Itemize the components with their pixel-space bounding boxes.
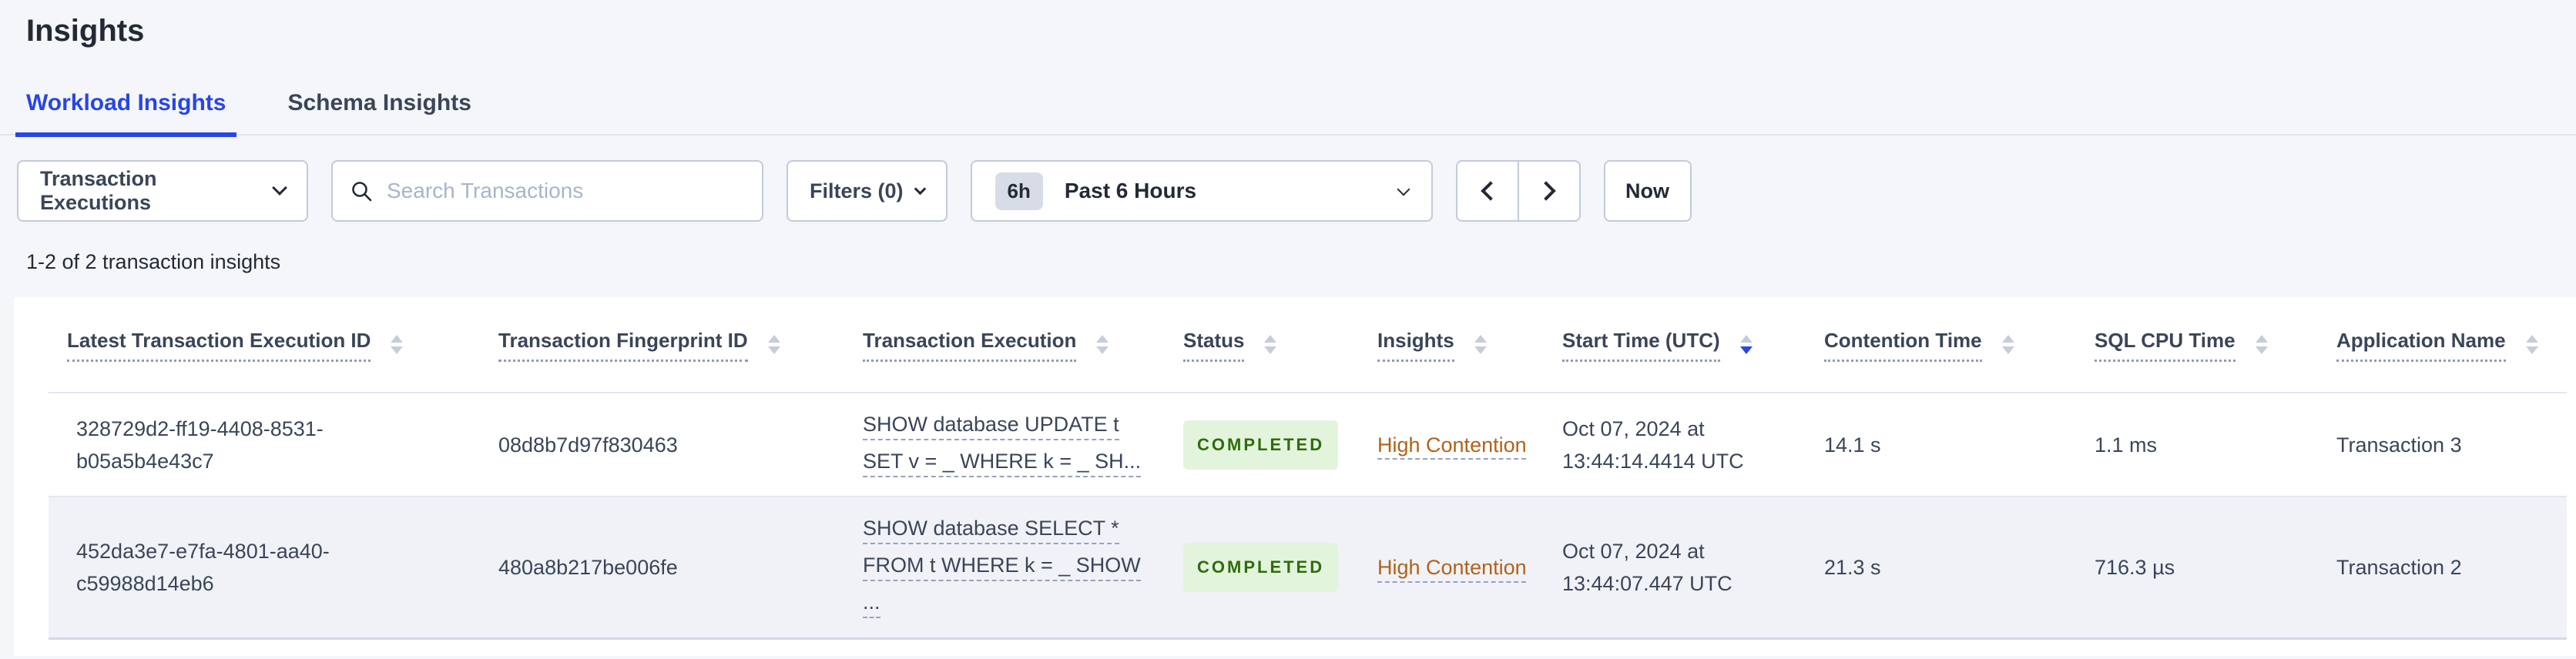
now-button[interactable]: Now bbox=[1603, 160, 1692, 222]
column-header-sql-cpu-time[interactable]: SQL CPU Time bbox=[2076, 328, 2318, 362]
sort-icon bbox=[2525, 335, 2538, 354]
column-header-insights[interactable]: Insights bbox=[1359, 328, 1544, 362]
insights-tab-bar: Workload Insights Schema Insights bbox=[0, 89, 2576, 137]
start-time-cell: Oct 07, 2024 at 13:44:07.447 UTC bbox=[1562, 540, 1732, 595]
transaction-execution-link[interactable]: FROM t WHERE k = _ SHOW bbox=[863, 554, 1141, 581]
column-header-contention-time[interactable]: Contention Time bbox=[1806, 328, 2076, 362]
chevron-down-icon bbox=[272, 180, 287, 196]
fingerprint-id-cell: 08d8b7d97f830463 bbox=[498, 433, 678, 457]
sort-icon bbox=[2001, 335, 2014, 354]
search-box bbox=[331, 160, 763, 222]
execution-id-cell: 328729d2-ff19-4408-8531-b05a5b4e43c7 bbox=[76, 416, 324, 473]
status-cell: COMPLETED bbox=[1165, 529, 1359, 606]
sort-icon bbox=[391, 335, 404, 354]
contention-time-cell: 21.3 s bbox=[1824, 556, 1881, 579]
high-contention-link[interactable]: High Contention bbox=[1377, 433, 1527, 457]
filters-label: Filters (0) bbox=[810, 179, 904, 202]
tab-workload-insights[interactable]: Workload Insights bbox=[15, 89, 237, 137]
search-icon bbox=[352, 182, 372, 202]
fingerprint-id-cell: 480a8b217be006fe bbox=[498, 556, 678, 579]
insights-cell: High Contention bbox=[1359, 413, 1544, 477]
transaction-execution-cell: SHOW database UPDATE t SET v = _ WHERE k… bbox=[844, 399, 1165, 491]
contention-time-cell: 14.1 s bbox=[1824, 433, 1881, 457]
transaction-type-dropdown[interactable]: Transaction Executions bbox=[17, 160, 308, 222]
time-nav-group bbox=[1455, 160, 1581, 222]
application-name-cell: Transaction 2 bbox=[2336, 556, 2462, 579]
sort-icon bbox=[1474, 335, 1487, 354]
transaction-execution-link[interactable]: ... bbox=[863, 590, 880, 618]
sort-icon bbox=[2255, 335, 2268, 354]
table-row: 328729d2-ff19-4408-8531-b05a5b4e43c7 08d… bbox=[49, 393, 2567, 497]
status-cell: COMPLETED bbox=[1165, 406, 1359, 483]
chevron-right-icon bbox=[1535, 181, 1556, 201]
transaction-execution-cell: SHOW database SELECT * FROM t WHERE k = … bbox=[844, 503, 1165, 632]
chevron-down-icon bbox=[914, 182, 926, 196]
column-header-latest-execution-id[interactable]: Latest Transaction Execution ID bbox=[49, 328, 480, 362]
sort-icon bbox=[1264, 335, 1277, 354]
time-range-badge: 6h bbox=[995, 172, 1043, 210]
next-time-button[interactable] bbox=[1517, 160, 1581, 222]
chevron-down-icon bbox=[1397, 182, 1410, 196]
page-title: Insights bbox=[26, 14, 145, 48]
sql-cpu-time-cell: 1.1 ms bbox=[2095, 433, 2158, 457]
insights-cell: High Contention bbox=[1359, 535, 1544, 600]
execution-id-cell: 452da3e7-e7fa-4801-aa40-c59988d14eb6 bbox=[76, 540, 330, 595]
transaction-type-label: Transaction Executions bbox=[40, 167, 157, 214]
status-badge: COMPLETED bbox=[1183, 543, 1339, 592]
insights-table-card: Latest Transaction Execution ID Transact… bbox=[14, 297, 2576, 656]
start-time-cell: Oct 07, 2024 at 13:44:14.4414 UTC bbox=[1562, 416, 1744, 473]
application-name-cell: Transaction 3 bbox=[2336, 433, 2462, 457]
results-summary: 1-2 of 2 transaction insights bbox=[26, 250, 281, 273]
filters-button[interactable]: Filters (0) bbox=[787, 160, 948, 222]
transaction-execution-link[interactable]: SHOW database UPDATE t bbox=[863, 413, 1119, 440]
chevron-left-icon bbox=[1480, 181, 1501, 201]
sql-cpu-time-cell: 716.3 µs bbox=[2095, 556, 2175, 579]
column-header-transaction-execution[interactable]: Transaction Execution bbox=[844, 328, 1165, 362]
table-header-row: Latest Transaction Execution ID Transact… bbox=[49, 297, 2567, 393]
tab-schema-insights[interactable]: Schema Insights bbox=[277, 89, 481, 137]
sort-desc-icon bbox=[1739, 335, 1753, 354]
toolbar: Transaction Executions Filters (0) 6h Pa… bbox=[17, 160, 2576, 222]
transaction-execution-link[interactable]: SHOW database SELECT * bbox=[863, 517, 1119, 544]
column-header-fingerprint-id[interactable]: Transaction Fingerprint ID bbox=[480, 328, 844, 362]
column-header-application-name[interactable]: Application Name bbox=[2318, 328, 2567, 362]
column-header-status[interactable]: Status bbox=[1165, 328, 1359, 362]
sort-icon bbox=[1096, 335, 1109, 354]
sort-icon bbox=[767, 335, 780, 354]
prev-time-button[interactable] bbox=[1455, 160, 1519, 222]
column-header-start-time[interactable]: Start Time (UTC) bbox=[1544, 328, 1806, 362]
status-badge: COMPLETED bbox=[1183, 420, 1339, 470]
transaction-insights-table: Latest Transaction Execution ID Transact… bbox=[49, 297, 2567, 640]
search-input[interactable] bbox=[385, 178, 745, 204]
time-range-label: Past 6 Hours bbox=[1064, 179, 1197, 202]
time-range-dropdown[interactable]: 6h Past 6 Hours bbox=[970, 160, 1433, 222]
table-row: 452da3e7-e7fa-4801-aa40-c59988d14eb6 480… bbox=[49, 497, 2567, 640]
transaction-execution-link[interactable]: SET v = _ WHERE k = _ SH... bbox=[863, 450, 1142, 477]
high-contention-link[interactable]: High Contention bbox=[1377, 556, 1527, 579]
